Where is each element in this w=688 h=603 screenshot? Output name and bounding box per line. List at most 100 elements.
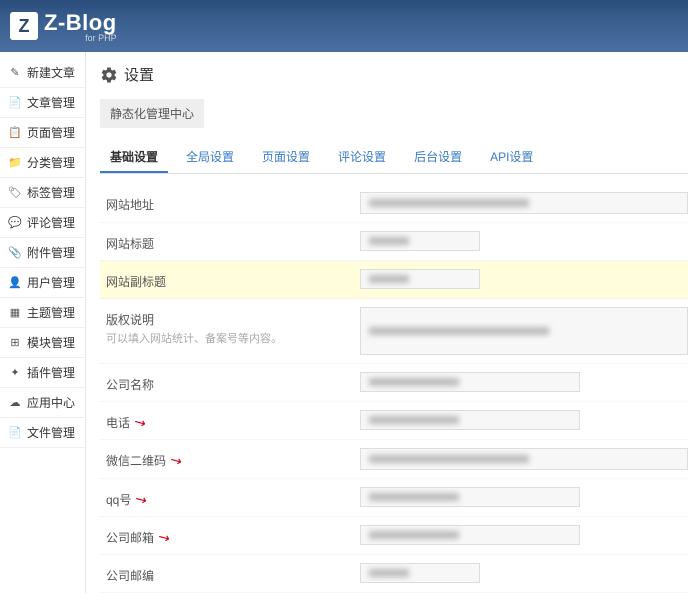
page-title: 设置 [124,64,154,85]
tab-2[interactable]: 页面设置 [252,142,320,171]
field-label: 电话↘ [100,410,360,431]
sidebar-item-5[interactable]: 💬 评论管理 [0,208,85,238]
sidebar-item-label: 标签管理 [27,184,75,201]
sidebar-icon: ✦ [8,366,22,380]
tabs-bar: 基础设置全局设置页面设置评论设置后台设置 API设置 [100,142,688,174]
field-label: 微信二维码↘ [100,448,360,469]
sidebar-item-label: 附件管理 [27,244,75,261]
text-input[interactable] [360,448,688,470]
tab-5[interactable]: API设置 [480,142,543,171]
sidebar-item-label: 模块管理 [27,334,75,351]
app-header: Z Z-Blog for PHP [0,0,688,52]
sidebar-item-2[interactable]: 📋 页面管理 [0,118,85,148]
field-input-wrap [360,563,688,583]
sidebar-item-label: 用户管理 [27,274,75,291]
text-input[interactable] [360,525,580,545]
sidebar-item-label: 插件管理 [27,364,75,381]
sidebar-item-label: 分类管理 [27,154,75,171]
sidebar-icon: 💬 [8,216,22,230]
form-row-4: 公司名称 [100,364,688,402]
text-input[interactable] [360,231,480,251]
sidebar-icon: 🏷 [8,186,22,200]
text-input[interactable] [360,410,580,430]
sidebar-item-4[interactable]: 🏷 标签管理 [0,178,85,208]
sidebar-item-label: 应用中心 [27,394,75,411]
field-input-wrap [360,448,688,470]
text-input[interactable] [360,487,580,507]
field-label: 公司名称 [100,372,360,393]
field-label: 公司邮箱↘ [100,525,360,546]
sidebar-icon: ⊞ [8,336,22,350]
sidebar-item-3[interactable]: 📁 分类管理 [0,148,85,178]
field-label: 网站地址 [100,192,360,213]
field-input-wrap [360,525,688,545]
field-input-wrap [360,307,688,355]
arrow-icon: ↘ [132,489,151,510]
sidebar-item-1[interactable]: 📄 文章管理 [0,88,85,118]
sidebar-item-10[interactable]: ✦ 插件管理 [0,358,85,388]
tab-4[interactable]: 后台设置 [404,142,472,171]
sidebar-item-label: 评论管理 [27,214,75,231]
form-row-9: 公司邮编 [100,555,688,593]
logo-text-wrap: Z-Blog for PHP [44,10,117,43]
sidebar-icon: 📄 [8,96,22,110]
form-row-2: 网站副标题 [100,261,688,299]
text-input[interactable] [360,269,480,289]
tab-3[interactable]: 评论设置 [328,142,396,171]
arrow-icon: ↘ [155,527,174,548]
arrow-icon: ↘ [167,450,186,471]
sidebar-item-9[interactable]: ⊞ 模块管理 [0,328,85,358]
tab-0[interactable]: 基础设置 [100,142,168,173]
logo-text: Z-Blog [44,10,117,35]
gear-icon [100,66,118,84]
sidebar-icon: 📎 [8,246,22,260]
text-input[interactable] [360,563,480,583]
field-input-wrap [360,231,688,251]
sidebar-icon: 👤 [8,276,22,290]
field-sublabel: 可以填入网站统计、备案号等内容。 [106,330,360,346]
form-row-1: 网站标题 [100,223,688,261]
sidebar-icon: ✎ [8,66,22,80]
static-mgmt-button[interactable]: 静态化管理中心 [100,99,204,128]
field-input-wrap [360,372,688,392]
sidebar-item-12[interactable]: 📄 文件管理 [0,418,85,448]
field-input-wrap [360,487,688,507]
form-row-8: 公司邮箱↘ [100,517,688,555]
field-input-wrap [360,269,688,289]
field-label: 公司邮编 [100,563,360,584]
sidebar-item-label: 主题管理 [27,304,75,321]
sidebar-icon: 📄 [8,426,22,440]
sidebar-item-label: 新建文章 [27,64,75,81]
field-input-wrap [360,192,688,214]
logo-badge: Z [10,12,38,40]
sidebar-item-11[interactable]: ☁ 应用中心 [0,388,85,418]
field-label: 网站标题 [100,231,360,252]
form-row-5: 电话↘ [100,402,688,440]
form-row-3: 版权说明可以填入网站统计、备案号等内容。 [100,299,688,364]
sidebar: ✎ 新建文章 📄 文章管理 📋 页面管理 📁 分类管理 🏷 标签管理 💬 评论管理 📎 附件管理 👤 用户管理… [0,52,86,593]
sidebar-icon: ▦ [8,306,22,320]
tab-1[interactable]: 全局设置 [176,142,244,171]
form-row-7: qq号↘ [100,479,688,517]
main-content: 设置 静态化管理中心 基础设置全局设置页面设置评论设置后台设置 API设置 网站地… [86,52,688,593]
field-label: 网站副标题 [100,269,360,290]
page-title-row: 设置 [100,64,688,85]
sidebar-icon: 📁 [8,156,22,170]
sidebar-item-8[interactable]: ▦ 主题管理 [0,298,85,328]
sidebar-item-6[interactable]: 📎 附件管理 [0,238,85,268]
sidebar-icon: 📋 [8,126,22,140]
sidebar-item-label: 文件管理 [27,424,75,441]
field-input-wrap [360,410,688,430]
sidebar-item-0[interactable]: ✎ 新建文章 [0,58,85,88]
text-input[interactable] [360,372,580,392]
text-input[interactable] [360,192,688,214]
sidebar-item-label: 文章管理 [27,94,75,111]
field-label: 版权说明可以填入网站统计、备案号等内容。 [100,307,360,346]
sidebar-icon: ☁ [8,396,22,410]
sidebar-item-label: 页面管理 [27,124,75,141]
settings-form: 网站地址网站标题网站副标题版权说明可以填入网站统计、备案号等内容。公司名称电话↘… [100,184,688,593]
field-label: qq号↘ [100,487,360,508]
form-row-6: 微信二维码↘ [100,440,688,479]
sidebar-item-7[interactable]: 👤 用户管理 [0,268,85,298]
text-input[interactable] [360,307,688,355]
